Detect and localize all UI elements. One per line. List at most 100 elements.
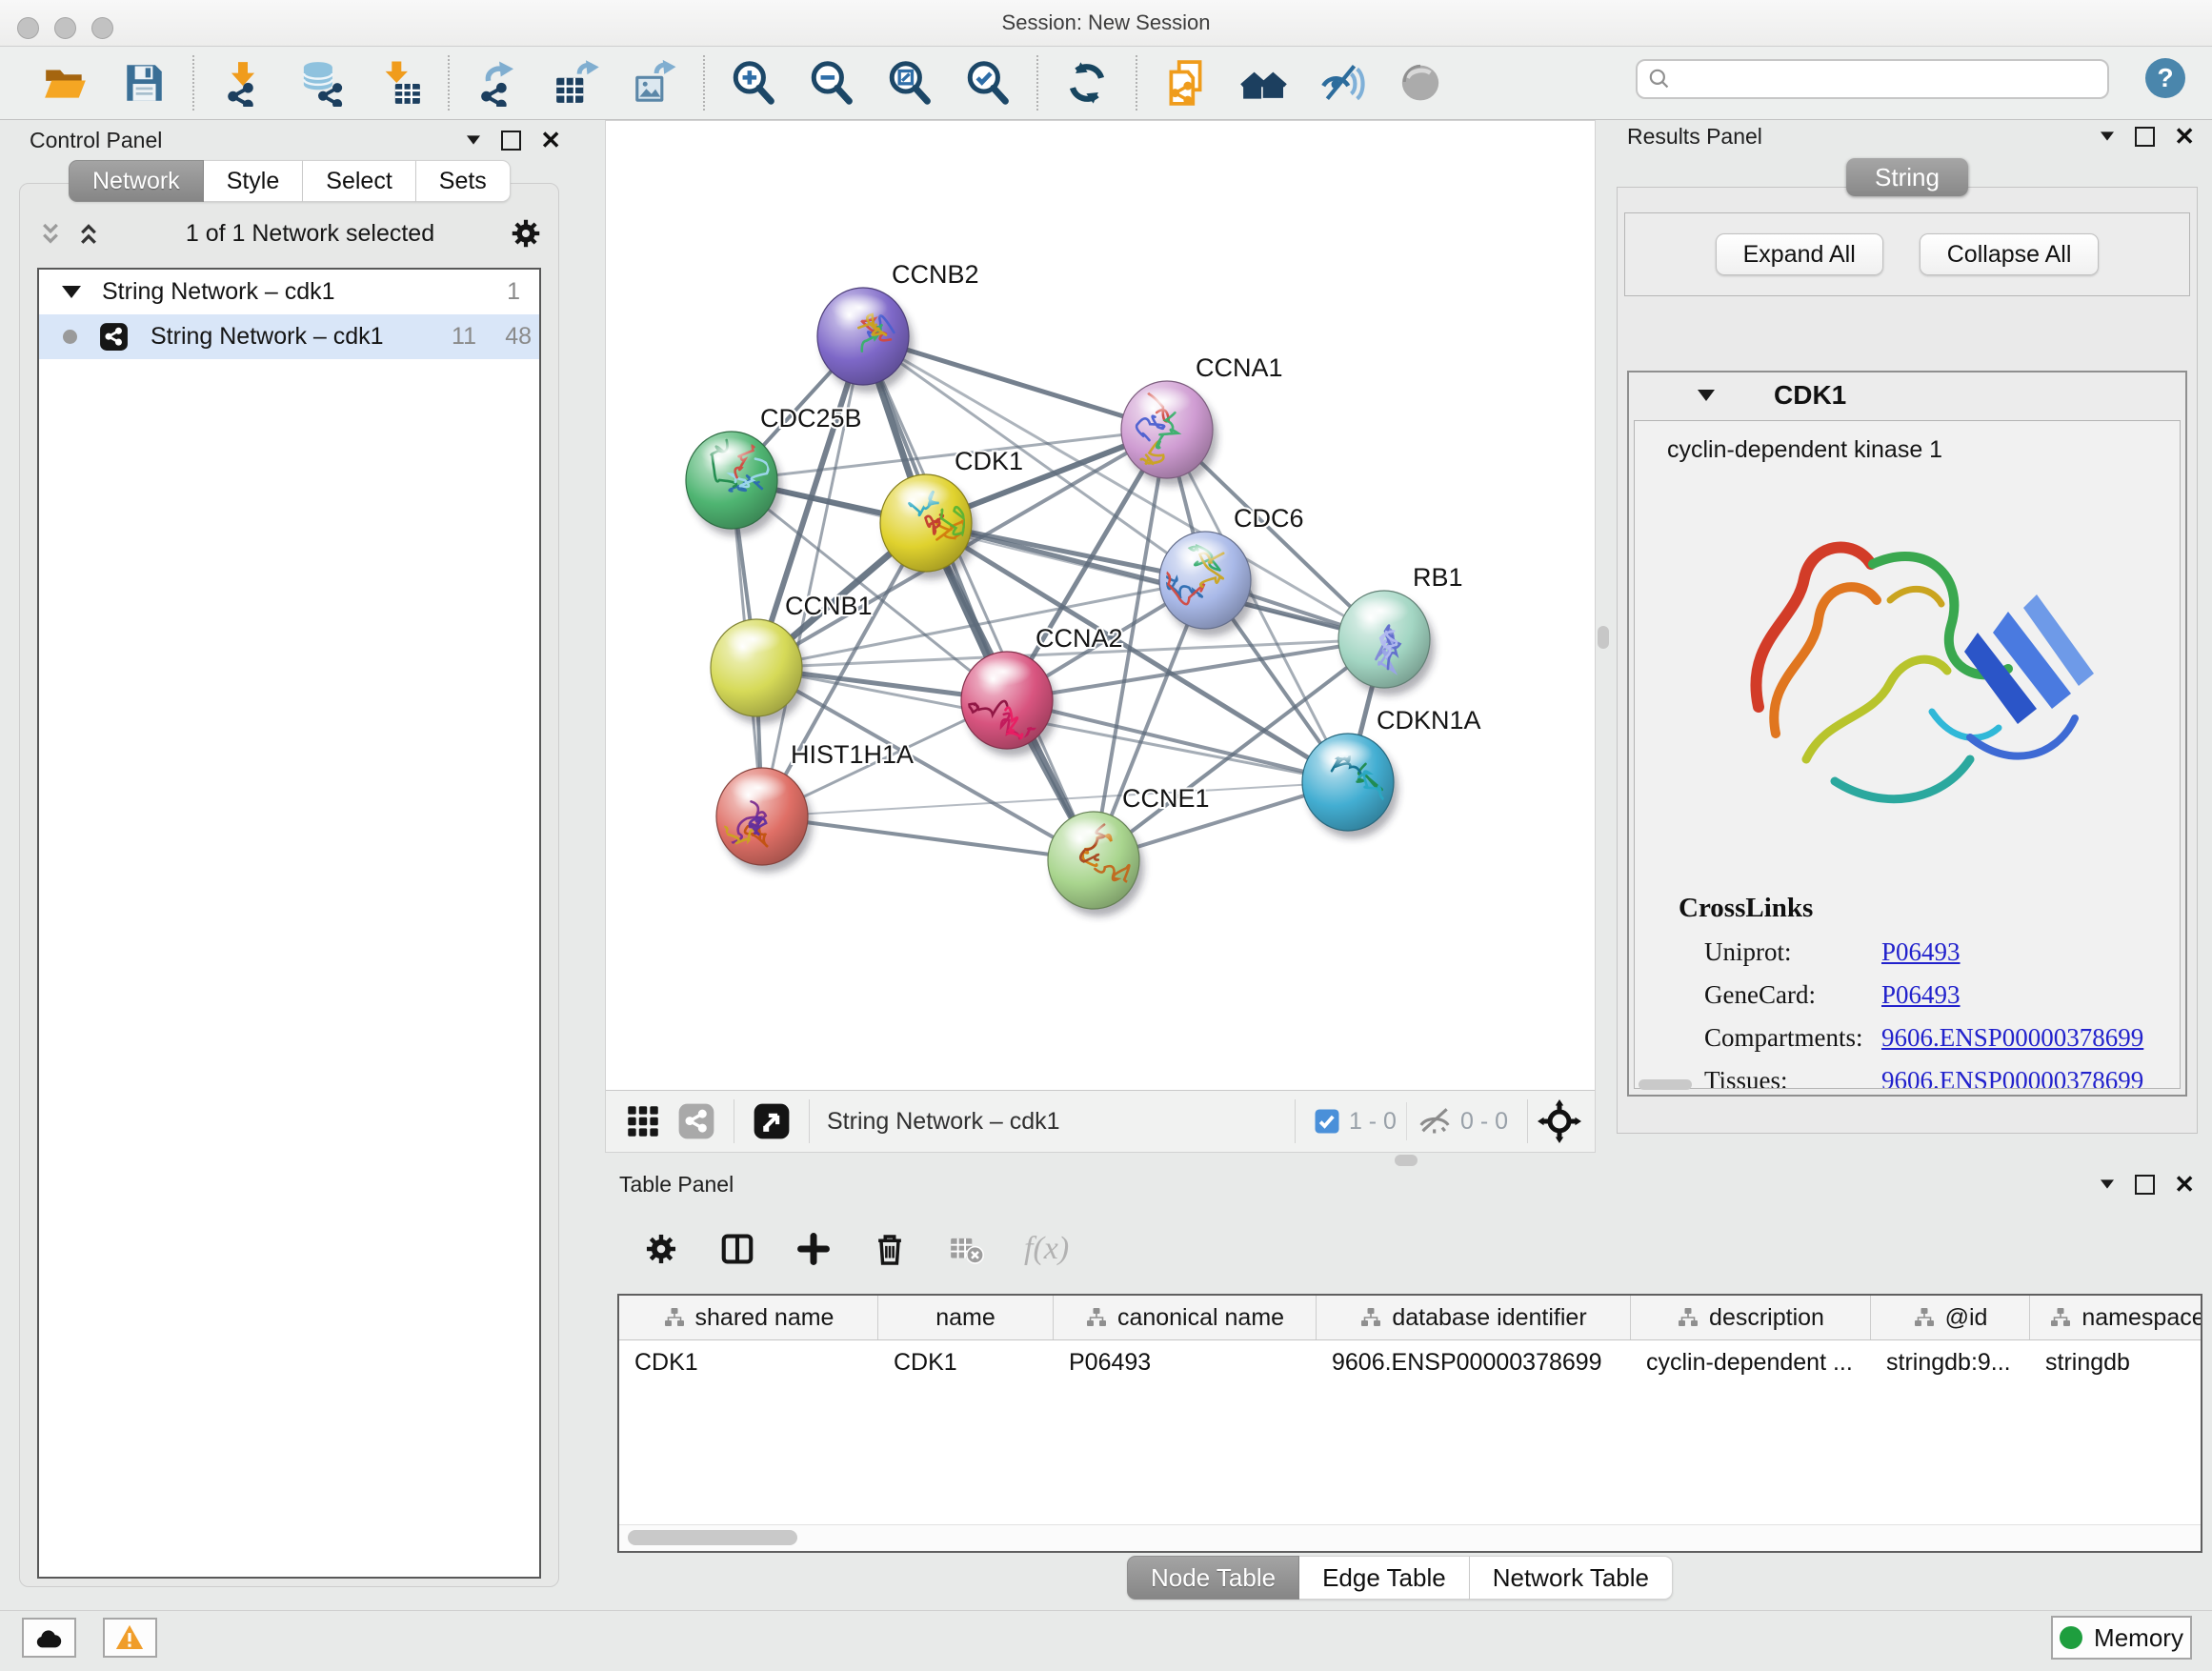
table-cell[interactable]: CDK1	[619, 1349, 878, 1377]
node-HIST1H1A[interactable]: HIST1H1A	[697, 740, 914, 873]
preview-eye-button[interactable]	[1381, 54, 1459, 111]
import-table-button[interactable]	[360, 54, 438, 111]
warnings-button[interactable]	[103, 1618, 157, 1658]
node-CDK1[interactable]: CDK1	[880, 447, 1023, 579]
tab-style[interactable]: Style	[204, 160, 304, 202]
gene-section: CDK1 cyclin-dependent kinase 1	[1627, 371, 2187, 1097]
clone-network-button[interactable]	[1147, 54, 1225, 111]
table-panel-float-icon[interactable]	[2135, 1175, 2155, 1195]
zoom-fit-button[interactable]	[871, 54, 949, 111]
table-panel-close-icon[interactable]: ✕	[2174, 1172, 2195, 1197]
results-panel-menu-icon[interactable]	[2099, 131, 2116, 142]
tab-string[interactable]: String	[1846, 158, 1968, 196]
collection-expand-icon[interactable]	[62, 286, 81, 298]
results-panel-float-icon[interactable]	[2135, 127, 2155, 147]
expand-all-networks-icon[interactable]	[73, 219, 104, 248]
table-cell[interactable]: stringdb	[2030, 1349, 2202, 1377]
toggle-columns-icon[interactable]	[719, 1231, 755, 1267]
column-header-description[interactable]: description	[1631, 1296, 1871, 1339]
collapse-all-networks-icon[interactable]	[35, 219, 66, 248]
node-CCNB2[interactable]: CCNB2	[817, 260, 979, 393]
tab-sets[interactable]: Sets	[416, 160, 511, 202]
save-button[interactable]	[105, 54, 183, 111]
tab-network[interactable]: Network	[69, 160, 204, 202]
column-header-id[interactable]: @id	[1871, 1296, 2030, 1339]
table-row[interactable]: CDK1CDK1P064939606.ENSP00000378699cyclin…	[619, 1340, 2201, 1384]
horizontal-splitter-handle[interactable]	[1395, 1155, 1418, 1166]
zoom-selected-button[interactable]	[949, 54, 1027, 111]
help-button[interactable]: ?	[2145, 58, 2185, 98]
results-scroll-nub[interactable]	[1639, 1079, 1692, 1090]
edge-CCNB2-CCNE1[interactable]	[863, 336, 1094, 860]
crosslink-row: GeneCard:P06493	[1704, 980, 2180, 1010]
gene-collapse-icon[interactable]	[1698, 390, 1715, 401]
node-CDKN1A[interactable]: CDKN1A	[1302, 706, 1481, 838]
control-panel-close-icon[interactable]: ✕	[540, 128, 561, 152]
cloud-button[interactable]	[22, 1618, 76, 1658]
selected-count-checkbox-icon[interactable]	[1313, 1107, 1341, 1136]
tab-edge-table[interactable]: Edge Table	[1299, 1556, 1470, 1600]
table-scrollbar-thumb[interactable]	[628, 1530, 797, 1545]
crosslink-link[interactable]: 9606.ENSP00000378699	[1881, 1066, 2143, 1089]
search-input[interactable]	[1678, 66, 2098, 92]
node-CCNE1[interactable]: CCNE1	[1048, 784, 1210, 916]
node-RB1[interactable]: RB1	[1338, 563, 1463, 695]
column-header-namespace[interactable]: namespace	[2030, 1296, 2202, 1339]
shared-column-icon	[663, 1306, 686, 1329]
vertical-splitter-handle[interactable]	[1598, 626, 1609, 649]
column-header-canonical-name[interactable]: canonical name	[1054, 1296, 1317, 1339]
network-row[interactable]: String Network – cdk1 11 48	[39, 314, 539, 359]
table-cell[interactable]: stringdb:9...	[1871, 1349, 2030, 1377]
export-table-button[interactable]	[537, 54, 615, 111]
node-CCNB1[interactable]: CCNB1	[711, 592, 873, 724]
memory-button[interactable]: Memory	[2051, 1616, 2192, 1660]
control-panel-float-icon[interactable]	[501, 131, 521, 151]
export-network-button[interactable]	[459, 54, 537, 111]
tab-node-table[interactable]: Node Table	[1127, 1556, 1299, 1600]
import-network-button[interactable]	[204, 54, 282, 111]
birds-eye-view-icon[interactable]	[752, 1101, 792, 1141]
results-panel-close-icon[interactable]: ✕	[2174, 124, 2195, 149]
column-header-name[interactable]: name	[878, 1296, 1054, 1339]
add-column-icon[interactable]	[795, 1231, 832, 1267]
expand-all-button[interactable]: Expand All	[1716, 233, 1883, 275]
column-header-shared-name[interactable]: shared name	[619, 1296, 878, 1339]
refresh-button[interactable]	[1048, 54, 1126, 111]
network-options-gear-icon[interactable]	[509, 216, 543, 251]
layout-houses-button[interactable]	[1225, 54, 1303, 111]
table-cell[interactable]: 9606.ENSP00000378699	[1317, 1349, 1631, 1377]
fit-selected-crosshair-icon[interactable]	[1538, 1099, 1581, 1143]
zoom-out-button[interactable]	[793, 54, 871, 111]
tab-network-table[interactable]: Network Table	[1470, 1556, 1673, 1600]
crosslink-link[interactable]: P06493	[1881, 937, 1961, 967]
import-database-button[interactable]	[282, 54, 360, 111]
show-grid-icon[interactable]	[623, 1101, 663, 1141]
node-CDC6[interactable]: CDC6	[1159, 504, 1304, 636]
network-overview-icon[interactable]	[676, 1101, 716, 1141]
crosslink-link[interactable]: 9606.ENSP00000378699	[1881, 1023, 2143, 1053]
export-image-button[interactable]	[615, 54, 694, 111]
delete-selected-icon[interactable]	[872, 1231, 908, 1267]
hide-toggle-button[interactable]	[1303, 54, 1381, 111]
node-CCNA1[interactable]: CCNA1	[1117, 353, 1283, 486]
table-horizont-scrollbar	[619, 1524, 2201, 1551]
column-label: @id	[1945, 1304, 1988, 1332]
table-cell[interactable]: CDK1	[878, 1349, 1054, 1377]
table-cell[interactable]: P06493	[1054, 1349, 1317, 1377]
table-panel-menu-icon[interactable]	[2099, 1178, 2116, 1190]
network-label: String Network – cdk1	[151, 323, 384, 351]
table-settings-icon[interactable]	[643, 1231, 679, 1267]
network-view-toolbar: String Network – cdk1 1 - 0 0 - 0	[606, 1090, 1595, 1152]
table-cell[interactable]: cyclin-dependent ...	[1631, 1349, 1871, 1377]
open-folder-button[interactable]	[27, 54, 105, 111]
zoom-in-button[interactable]	[714, 54, 793, 111]
crosslink-link[interactable]: P06493	[1881, 980, 1961, 1010]
network-collection-row[interactable]: String Network – cdk1 1	[39, 270, 539, 314]
collapse-all-button[interactable]: Collapse All	[1920, 233, 2100, 275]
control-panel-menu-icon[interactable]	[465, 134, 482, 146]
crosslinks-title: CrossLinks	[1679, 893, 2180, 924]
zoom-out-icon	[808, 59, 855, 107]
tab-select[interactable]: Select	[303, 160, 415, 202]
network-canvas[interactable]: CCNB2CCNA1CDC25BCDK1CDC6RB1CCNB1CCNA2CDK…	[606, 121, 1595, 1091]
column-header-database-identifier[interactable]: database identifier	[1317, 1296, 1631, 1339]
